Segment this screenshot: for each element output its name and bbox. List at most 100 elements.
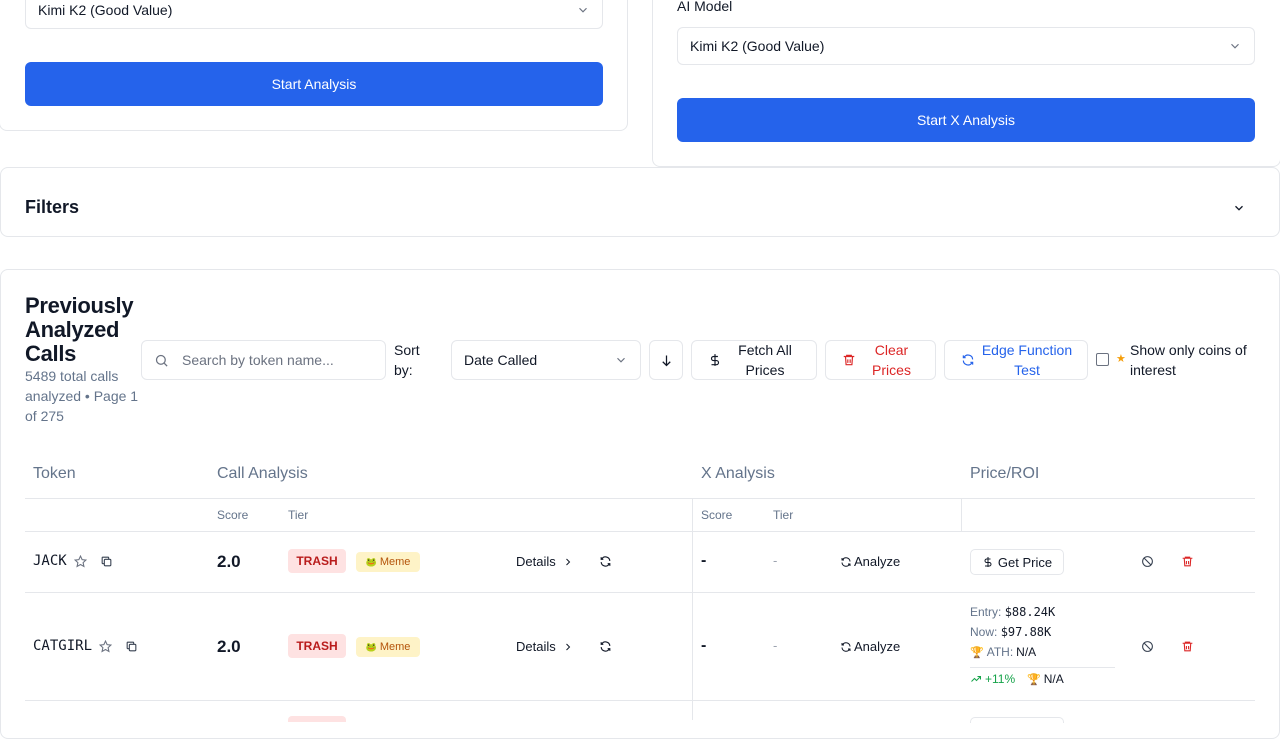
search-icon: [155, 354, 168, 367]
ath-label: ATH:: [986, 645, 1014, 659]
tier-badge: TRASH: [288, 549, 346, 573]
analyze-label: Analyze: [854, 639, 901, 654]
interest-label: Show only coins of interest: [1130, 342, 1247, 378]
x-score: -: [701, 552, 707, 569]
ath-value: N/A: [1016, 645, 1037, 659]
call-score: 2.0: [217, 637, 241, 656]
x-tier: -: [773, 553, 778, 568]
star-icon: ★: [1116, 353, 1126, 365]
calls-subtitle: 5489 total calls analyzed • Page 1 of 27…: [25, 368, 139, 424]
search-input[interactable]: Search by token name...: [141, 340, 386, 380]
ath-roi: 🏆 N/A: [1027, 672, 1064, 686]
start-analysis-button[interactable]: Start Analysis: [25, 62, 603, 106]
ai-model-select-right-value: Kimi K2 (Good Value): [690, 38, 825, 54]
ath-price: 🏆 ATH: N/A: [970, 645, 1036, 659]
copy-icon[interactable]: [125, 640, 138, 653]
chevron-right-icon: [565, 643, 570, 650]
start-x-analysis-button[interactable]: Start X Analysis: [677, 98, 1255, 142]
get-price-button[interactable]: Get Price: [970, 549, 1064, 575]
sort-label: Sort by:: [394, 342, 420, 378]
trash-icon[interactable]: [1181, 640, 1194, 653]
divider: [25, 531, 1255, 532]
details-label: Details: [516, 639, 556, 654]
ai-model-select-right[interactable]: Kimi K2 (Good Value): [677, 27, 1255, 65]
tier-badge: TRASH: [288, 634, 346, 658]
col-price-roi: Price/ROI: [970, 465, 1040, 482]
chevron-down-icon: [579, 7, 587, 13]
category-badge: 🐸 Meme: [356, 552, 420, 572]
divider: [961, 498, 962, 532]
edge-function-test-button[interactable]: Edge Function Test: [944, 340, 1088, 380]
refresh-icon[interactable]: [599, 640, 612, 653]
chevron-down-icon: [1231, 43, 1239, 49]
meme-icon: 🐸: [365, 641, 377, 652]
refresh-icon: [841, 556, 851, 567]
clear-prices-button[interactable]: Clear Prices: [825, 340, 936, 380]
ban-icon[interactable]: [1141, 640, 1154, 653]
col-call-analysis: Call Analysis: [217, 465, 308, 482]
fetch-all-prices-button[interactable]: Fetch All Prices: [691, 340, 817, 380]
ai-model-select-left-value: Kimi K2 (Good Value): [38, 2, 173, 18]
dollar-icon: [984, 557, 992, 567]
analyze-label: Analyze: [854, 554, 901, 569]
trophy-icon: 🏆: [970, 646, 984, 659]
category-label: Meme: [379, 641, 411, 653]
trash-icon: [843, 354, 855, 366]
entry-price: Entry: $88.24K: [970, 605, 1055, 619]
sort-select[interactable]: Date Called: [451, 340, 641, 380]
chevron-down-icon: [617, 357, 625, 363]
refresh-icon: [841, 641, 851, 652]
refresh-icon[interactable]: [599, 555, 612, 568]
divider: [25, 498, 1255, 499]
x-score: -: [701, 637, 707, 654]
chevron-right-icon: [565, 558, 570, 565]
filters-card[interactable]: [0, 167, 1280, 237]
sort-direction-button[interactable]: [649, 340, 683, 380]
refresh-icon: [962, 354, 974, 366]
star-outline-icon[interactable]: [99, 640, 112, 653]
x-tier: -: [773, 638, 778, 653]
call-score: 2.0: [217, 552, 241, 571]
category-badge: 🐸 Meme: [356, 637, 420, 657]
star-outline-icon[interactable]: [74, 555, 87, 568]
meme-icon: 🐸: [365, 556, 377, 567]
roi: +11%: [970, 672, 1015, 686]
trending-up-icon: [971, 676, 981, 682]
arrow-down-icon: [662, 355, 671, 367]
details-button[interactable]: Details: [516, 554, 574, 569]
fetch-all-prices-label: Fetch All Prices: [738, 342, 792, 378]
now-price: Now: $97.88K: [970, 625, 1051, 639]
ai-model-label: AI Model: [677, 0, 733, 14]
filters-title: Filters: [25, 197, 80, 217]
analyze-button[interactable]: Analyze: [840, 554, 900, 569]
trash-icon[interactable]: [1181, 555, 1194, 568]
entry-value: $88.24K: [1004, 605, 1056, 619]
roi-value: +11%: [985, 672, 1016, 686]
chevron-down-icon[interactable]: [1232, 201, 1246, 215]
ban-icon[interactable]: [1141, 555, 1154, 568]
dollar-icon: [710, 354, 720, 366]
details-button[interactable]: Details: [516, 639, 574, 654]
get-price-button-partial[interactable]: [970, 717, 1064, 723]
search-placeholder: Search by token name...: [182, 352, 334, 368]
divider: [25, 592, 1255, 593]
copy-icon[interactable]: [100, 555, 113, 568]
category-label: Meme: [379, 556, 411, 568]
analyze-button[interactable]: Analyze: [840, 639, 900, 654]
col-x-analysis: X Analysis: [701, 465, 775, 482]
sub-x-score: Score: [701, 508, 733, 522]
entry-label: Entry:: [970, 605, 1002, 619]
interest-checkbox[interactable]: [1096, 353, 1109, 366]
details-label: Details: [516, 554, 556, 569]
sort-select-value: Date Called: [464, 352, 538, 368]
get-price-label: Get Price: [997, 554, 1053, 570]
token-name: JACK: [33, 553, 67, 569]
col-token: Token: [33, 465, 76, 482]
ai-model-select-left[interactable]: Kimi K2 (Good Value): [25, 0, 603, 29]
token-name: CATGIRL: [33, 638, 93, 654]
divider: [25, 700, 1255, 701]
calls-title: Previously Analyzed Calls: [25, 293, 134, 366]
now-value: $97.88K: [1000, 625, 1052, 639]
trophy-icon: 🏆: [1027, 673, 1041, 686]
divider: [970, 667, 1115, 668]
